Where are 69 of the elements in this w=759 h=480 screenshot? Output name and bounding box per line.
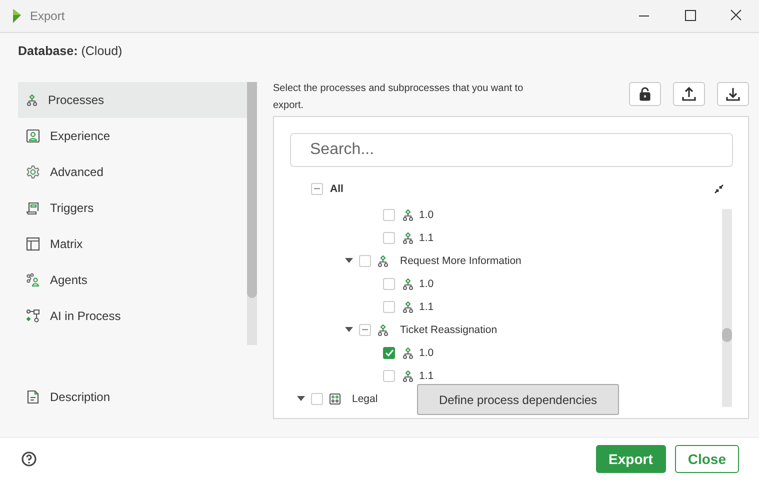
tree-item-label[interactable]: 1.1 — [419, 370, 434, 382]
document-icon — [26, 390, 40, 404]
tree-item-label[interactable]: Legal — [352, 392, 378, 404]
process-icon — [402, 208, 414, 220]
tree-item-label[interactable]: All — [330, 182, 344, 194]
checkbox[interactable] — [383, 370, 395, 382]
collapse-icon[interactable] — [714, 184, 724, 194]
settings-icon — [26, 165, 40, 179]
checkbox[interactable] — [359, 254, 371, 266]
download-icon — [725, 86, 741, 102]
scroll-icon — [26, 201, 40, 215]
tree-item-label[interactable]: 1.0 — [419, 278, 434, 290]
process-icon — [402, 278, 414, 290]
tree-item-label[interactable]: Request More Information — [400, 254, 522, 266]
checkbox[interactable] — [359, 324, 371, 336]
app-logo-icon — [12, 9, 22, 23]
window-title: Export — [30, 9, 65, 23]
nav-item[interactable]: Description — [18, 379, 247, 415]
export-button[interactable]: Export — [596, 445, 666, 473]
person-card-icon — [26, 129, 40, 143]
upload-icon — [681, 86, 697, 102]
minus-icon — [362, 328, 368, 330]
tree-item-label[interactable]: 1.0 — [419, 208, 434, 220]
grid-icon — [329, 392, 341, 404]
nav-item[interactable]: Experience — [18, 118, 247, 154]
checkbox[interactable] — [383, 208, 395, 220]
tree-item-label[interactable]: Ticket Reassignation — [400, 324, 498, 336]
lock-button[interactable] — [629, 82, 661, 106]
tree-item-label[interactable]: 1.0 — [419, 346, 434, 358]
search-field[interactable]: Search... — [290, 133, 733, 167]
process-icon — [402, 346, 414, 358]
checkbox[interactable] — [383, 346, 395, 358]
process-icon — [402, 370, 414, 382]
process-icon — [377, 254, 389, 266]
flow-diagram-icon — [26, 309, 40, 323]
scrollbar[interactable] — [722, 209, 732, 407]
instructions-text: Select the processes and subprocesses that you want to export. — [273, 82, 524, 113]
tooltip: Define process dependencies — [417, 384, 619, 415]
upload-button[interactable] — [673, 82, 705, 106]
agents-icon — [26, 273, 40, 287]
checkbox[interactable] — [383, 300, 395, 312]
help-icon[interactable] — [21, 451, 37, 467]
process-icon — [402, 300, 414, 312]
nav-item[interactable]: Advanced — [18, 154, 247, 190]
checkbox[interactable] — [383, 278, 395, 290]
table-icon — [26, 237, 40, 251]
tree-item-label[interactable]: 1.1 — [419, 232, 434, 244]
nav-item[interactable]: Processes — [18, 82, 247, 118]
check-icon — [384, 348, 394, 356]
nav-item[interactable]: Agents — [18, 262, 247, 298]
checkbox[interactable] — [311, 182, 323, 194]
minus-icon — [314, 188, 320, 190]
expand-arrow-icon[interactable] — [345, 258, 353, 263]
close-button[interactable]: Close — [674, 445, 739, 473]
scrollbar[interactable] — [247, 82, 257, 345]
checkbox[interactable] — [383, 232, 395, 244]
nav-item[interactable]: Triggers — [18, 190, 247, 226]
process-icon — [402, 232, 414, 244]
checkbox[interactable] — [311, 392, 323, 404]
nav-item[interactable]: Matrix — [18, 226, 247, 262]
lock-icon — [638, 87, 652, 101]
download-button[interactable] — [717, 82, 749, 106]
process-icon — [377, 324, 389, 336]
expand-arrow-icon[interactable] — [345, 327, 353, 332]
process-icon — [26, 94, 38, 106]
expand-arrow-icon[interactable] — [297, 396, 305, 401]
nav-item[interactable]: AI in Process — [18, 298, 247, 334]
tree-item-label[interactable]: 1.1 — [419, 300, 434, 312]
database-label: Database: (Cloud) — [18, 44, 124, 60]
